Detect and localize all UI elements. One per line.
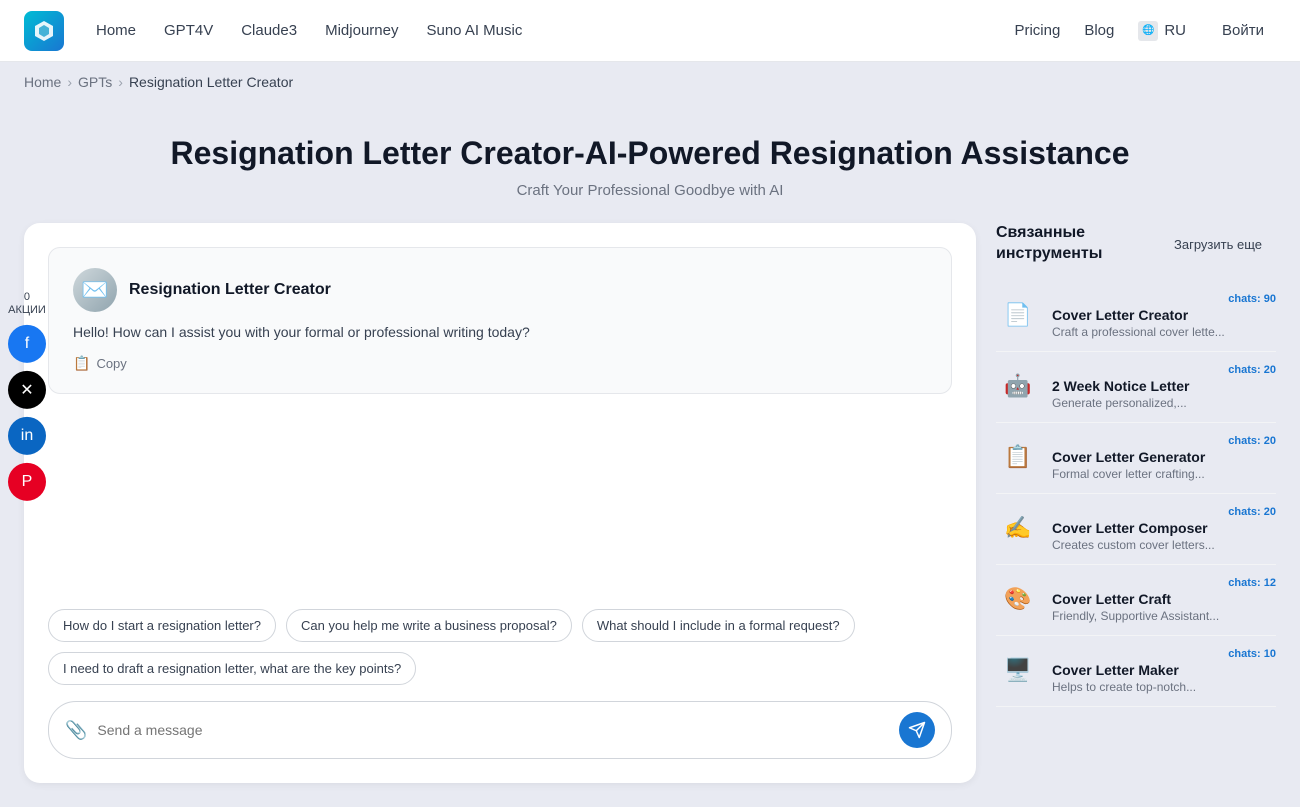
- navbar-right: Pricing Blog 🌐 RU Войти: [1014, 16, 1276, 45]
- bot-avatar: ✉️: [73, 268, 117, 312]
- nav-suno[interactable]: Suno AI Music: [426, 22, 522, 39]
- send-button[interactable]: [899, 712, 935, 748]
- tool-info-1: chats: 20 2 Week Notice Letter Generate …: [1052, 364, 1276, 410]
- bot-message: ✉️ Resignation Letter Creator Hello! How…: [48, 247, 952, 394]
- chat-spacer: [48, 410, 952, 609]
- load-more-button[interactable]: Загрузить еще: [1160, 229, 1276, 260]
- related-tool-3[interactable]: ✍️ chats: 20 Cover Letter Composer Creat…: [996, 494, 1276, 565]
- tool-chats-2: chats: 20: [1052, 435, 1276, 447]
- facebook-share-button[interactable]: f: [8, 325, 46, 363]
- page-title: Resignation Letter Creator-AI-Powered Re…: [24, 134, 1276, 172]
- pinterest-share-button[interactable]: P: [8, 463, 46, 501]
- lang-icon: 🌐: [1138, 21, 1158, 41]
- related-tool-2[interactable]: 📋 chats: 20 Cover Letter Generator Forma…: [996, 423, 1276, 494]
- tool-name-5: Cover Letter Maker: [1052, 662, 1276, 678]
- tool-info-4: chats: 12 Cover Letter Craft Friendly, S…: [1052, 577, 1276, 623]
- tool-avatar-3: ✍️: [996, 506, 1040, 550]
- nav-claude3[interactable]: Claude3: [241, 22, 297, 39]
- tool-chats-0: chats: 90: [1052, 293, 1276, 305]
- suggestion-chip-0[interactable]: How do I start a resignation letter?: [48, 609, 276, 642]
- tool-desc-2: Formal cover letter crafting...: [1052, 467, 1276, 481]
- copy-button[interactable]: 📋 Copy: [73, 355, 127, 372]
- suggestion-chip-2[interactable]: What should I include in a formal reques…: [582, 609, 855, 642]
- tool-chats-3: chats: 20: [1052, 506, 1276, 518]
- breadcrumb: Home › GPTs › Resignation Letter Creator: [0, 62, 1300, 102]
- nav-midjourney[interactable]: Midjourney: [325, 22, 398, 39]
- sidebar-panel: Связанные инструменты Загрузить еще 📄 ch…: [996, 223, 1276, 783]
- tool-desc-4: Friendly, Supportive Assistant...: [1052, 609, 1276, 623]
- bot-header: ✉️ Resignation Letter Creator: [73, 268, 927, 312]
- breadcrumb-gpts[interactable]: GPTs: [78, 74, 112, 90]
- nav-gpt4v[interactable]: GPT4V: [164, 22, 213, 39]
- chat-input[interactable]: [97, 722, 889, 738]
- related-tool-5[interactable]: 🖥️ chats: 10 Cover Letter Maker Helps to…: [996, 636, 1276, 707]
- breadcrumb-sep-1: ›: [67, 74, 72, 90]
- tool-name-1: 2 Week Notice Letter: [1052, 378, 1276, 394]
- nav-pricing[interactable]: Pricing: [1014, 22, 1060, 39]
- navbar: Home GPT4V Claude3 Midjourney Suno AI Mu…: [0, 0, 1300, 62]
- breadcrumb-current: Resignation Letter Creator: [129, 74, 293, 90]
- related-tool-1[interactable]: 🤖 chats: 20 2 Week Notice Letter Generat…: [996, 352, 1276, 423]
- attach-icon[interactable]: 📎: [65, 720, 87, 741]
- tool-avatar-0: 📄: [996, 293, 1040, 337]
- tool-name-0: Cover Letter Creator: [1052, 307, 1276, 323]
- chat-input-row: 📎: [48, 701, 952, 759]
- linkedin-share-button[interactable]: in: [8, 417, 46, 455]
- suggestions: How do I start a resignation letter? Can…: [48, 609, 952, 685]
- social-count: 0 АКЦИИ: [8, 290, 46, 316]
- tool-info-5: chats: 10 Cover Letter Maker Helps to cr…: [1052, 648, 1276, 694]
- related-tool-0[interactable]: 📄 chats: 90 Cover Letter Creator Craft a…: [996, 281, 1276, 352]
- suggestion-chip-1[interactable]: Can you help me write a business proposa…: [286, 609, 572, 642]
- lang-switcher[interactable]: 🌐 RU: [1138, 21, 1186, 41]
- sidebar-title: Связанные инструменты: [996, 223, 1160, 265]
- tool-desc-3: Creates custom cover letters...: [1052, 538, 1276, 552]
- nav-blog[interactable]: Blog: [1084, 22, 1114, 39]
- tool-desc-0: Craft a professional cover lette...: [1052, 325, 1276, 339]
- clipboard-icon: 📋: [73, 355, 90, 372]
- tool-info-2: chats: 20 Cover Letter Generator Formal …: [1052, 435, 1276, 481]
- main-layout: ✉️ Resignation Letter Creator Hello! How…: [0, 223, 1300, 807]
- bot-greeting: Hello! How can I assist you with your fo…: [73, 322, 927, 343]
- twitter-share-button[interactable]: ✕: [8, 371, 46, 409]
- bot-name: Resignation Letter Creator: [129, 281, 331, 299]
- breadcrumb-sep-2: ›: [118, 74, 123, 90]
- logo[interactable]: [24, 11, 64, 51]
- nav-home[interactable]: Home: [96, 22, 136, 39]
- tool-avatar-1: 🤖: [996, 364, 1040, 408]
- page-subtitle: Craft Your Professional Goodbye with AI: [24, 182, 1276, 199]
- tool-name-2: Cover Letter Generator: [1052, 449, 1276, 465]
- nav-links: Home GPT4V Claude3 Midjourney Suno AI Mu…: [96, 22, 522, 39]
- tool-avatar-2: 📋: [996, 435, 1040, 479]
- tool-avatar-5: 🖥️: [996, 648, 1040, 692]
- sidebar-header: Связанные инструменты Загрузить еще: [996, 223, 1276, 265]
- tool-info-3: chats: 20 Cover Letter Composer Creates …: [1052, 506, 1276, 552]
- tool-chats-4: chats: 12: [1052, 577, 1276, 589]
- tools-list: 📄 chats: 90 Cover Letter Creator Craft a…: [996, 281, 1276, 707]
- suggestion-chip-3[interactable]: I need to draft a resignation letter, wh…: [48, 652, 416, 685]
- related-tool-4[interactable]: 🎨 chats: 12 Cover Letter Craft Friendly,…: [996, 565, 1276, 636]
- breadcrumb-home[interactable]: Home: [24, 74, 61, 90]
- tool-chats-5: chats: 10: [1052, 648, 1276, 660]
- tool-name-3: Cover Letter Composer: [1052, 520, 1276, 536]
- login-button[interactable]: Войти: [1210, 16, 1276, 45]
- tool-avatar-4: 🎨: [996, 577, 1040, 621]
- tool-chats-1: chats: 20: [1052, 364, 1276, 376]
- tool-info-0: chats: 90 Cover Letter Creator Craft a p…: [1052, 293, 1276, 339]
- tool-desc-1: Generate personalized,...: [1052, 396, 1276, 410]
- copy-label: Copy: [96, 356, 126, 371]
- chat-panel: ✉️ Resignation Letter Creator Hello! How…: [24, 223, 976, 783]
- hero-section: Resignation Letter Creator-AI-Powered Re…: [0, 102, 1300, 223]
- lang-label: RU: [1164, 22, 1186, 39]
- tool-name-4: Cover Letter Craft: [1052, 591, 1276, 607]
- tool-desc-5: Helps to create top-notch...: [1052, 680, 1276, 694]
- social-sidebar: 0 АКЦИИ f ✕ in P: [0, 282, 54, 508]
